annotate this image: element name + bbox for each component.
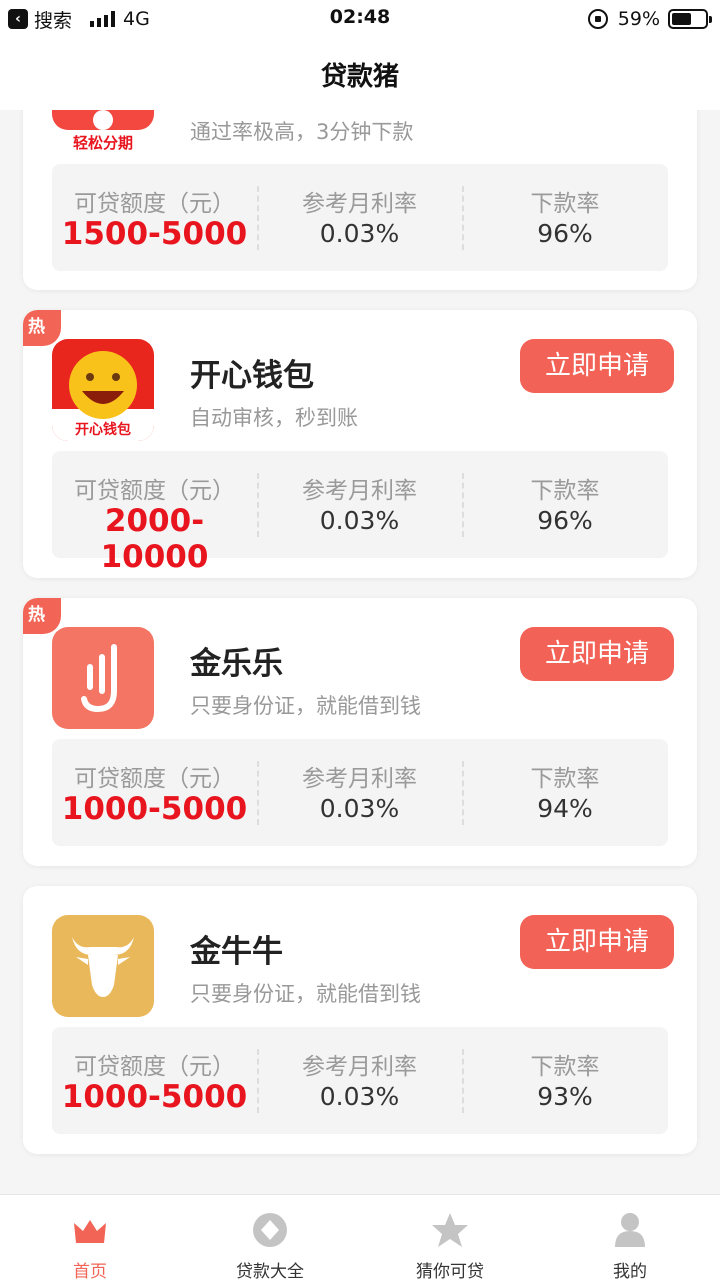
rate-value: 0.03%: [319, 794, 400, 823]
rate-label: 参考月利率: [302, 478, 417, 504]
product-stats: 可贷额度（元） 2000-10000 参考月利率 0.03% 下款率 96%: [52, 451, 668, 575]
apply-button[interactable]: 立即申请: [520, 339, 674, 393]
approval-value: 96%: [537, 506, 593, 535]
tab-label: 我的: [613, 1262, 647, 1280]
product-logo: 轻松分期: [52, 110, 154, 162]
tab-label: 首页: [73, 1262, 107, 1280]
product-card[interactable]: 金牛牛 只要身份证，就能借到钱 立即申请 可贷额度（元） 1000-5000 参…: [23, 886, 697, 1154]
product-name: 开心钱包: [190, 358, 314, 394]
crown-icon: [74, 1220, 106, 1243]
approval-value: 94%: [537, 794, 593, 823]
hot-badge: 热: [23, 310, 61, 346]
apply-button[interactable]: 立即申请: [520, 627, 674, 681]
tab-label: 猜你可贷: [416, 1262, 484, 1280]
star-icon: [432, 1213, 468, 1247]
amount-label: 可贷额度（元）: [74, 478, 235, 504]
apply-button[interactable]: 立即申请: [520, 915, 674, 969]
rate-value: 0.03%: [319, 506, 400, 535]
page-title: 贷款猪: [320, 62, 399, 92]
tab-recommend[interactable]: 猜你可贷: [360, 1195, 540, 1280]
approval-label: 下款率: [530, 1054, 600, 1080]
amount-value: 1000-5000: [61, 1079, 248, 1115]
logo-text: 开心钱包: [75, 422, 131, 438]
approval-value: 96%: [537, 219, 593, 248]
product-list[interactable]: 轻松分期 通过率极高，3分钟下款 可贷额度（元） 1500-5000 参考月利率…: [0, 110, 720, 1194]
product-card[interactable]: 热 开心钱包 开心钱包 自动审核，秒到账 立即申请 可贷额度（元） 2000-1…: [23, 310, 697, 578]
product-card[interactable]: 热 金乐乐 只要身份证，就能借到钱 立即申请 可贷额度（元） 1000-5000…: [23, 598, 697, 866]
approval-label: 下款率: [530, 766, 600, 792]
tab-home[interactable]: 首页: [0, 1195, 180, 1280]
rate-value: 0.03%: [319, 219, 400, 248]
amount-label: 可贷额度（元）: [74, 191, 235, 217]
product-description: 只要身份证，就能借到钱: [190, 694, 421, 718]
nav-bar: 贷款猪: [0, 38, 720, 110]
product-logo: [52, 915, 154, 1017]
product-name: 金牛牛: [190, 934, 283, 970]
product-card[interactable]: 轻松分期 通过率极高，3分钟下款 可贷额度（元） 1500-5000 参考月利率…: [23, 110, 697, 290]
coin-icon: [253, 1213, 287, 1247]
product-stats: 可贷额度（元） 1500-5000 参考月利率 0.03% 下款率 96%: [52, 164, 668, 271]
tab-mine[interactable]: 我的: [540, 1195, 720, 1280]
rate-label: 参考月利率: [302, 766, 417, 792]
status-bar: ‹ 搜索 4G 02:48 59%: [0, 0, 720, 38]
tab-label: 贷款大全: [236, 1262, 304, 1280]
approval-label: 下款率: [530, 191, 600, 217]
logo-text: 轻松分期: [72, 134, 133, 152]
product-description: 自动审核，秒到账: [190, 406, 358, 430]
battery-icon: [668, 9, 712, 29]
product-stats: 可贷额度（元） 1000-5000 参考月利率 0.03% 下款率 93%: [52, 1027, 668, 1134]
rate-value: 0.03%: [319, 1082, 400, 1111]
product-logo: [52, 627, 154, 729]
product-logo: 开心钱包: [52, 339, 154, 441]
tab-loan-list[interactable]: 贷款大全: [180, 1195, 360, 1280]
user-icon: [615, 1213, 645, 1247]
battery-percent: 59%: [617, 8, 660, 30]
amount-label: 可贷额度（元）: [74, 1054, 235, 1080]
approval-value: 93%: [537, 1082, 593, 1111]
amount-value: 1000-5000: [61, 791, 248, 827]
amount-value: 2000-10000: [100, 503, 209, 575]
rate-label: 参考月利率: [302, 191, 417, 217]
product-description: 只要身份证，就能借到钱: [190, 982, 421, 1006]
product-stats: 可贷额度（元） 1000-5000 参考月利率 0.03% 下款率 94%: [52, 739, 668, 846]
rate-label: 参考月利率: [302, 1054, 417, 1080]
tab-bar: 首页 贷款大全 猜你可贷 我的: [0, 1194, 720, 1280]
amount-label: 可贷额度（元）: [74, 766, 235, 792]
amount-value: 1500-5000: [61, 216, 248, 252]
rotation-lock-icon: [587, 9, 608, 29]
product-name: 金乐乐: [190, 646, 283, 682]
product-description: 通过率极高，3分钟下款: [190, 120, 414, 144]
hot-badge: 热: [23, 598, 61, 634]
approval-label: 下款率: [530, 478, 600, 504]
